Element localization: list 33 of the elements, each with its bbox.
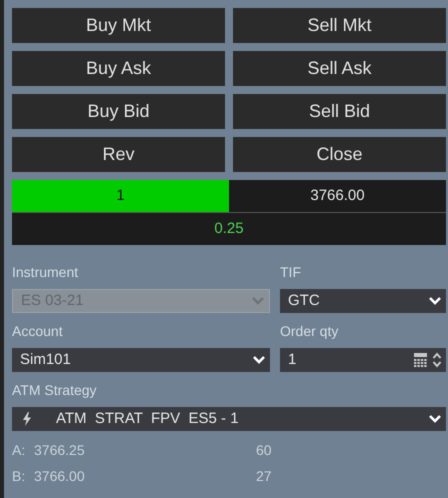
quote-price: 3766.00 [34, 466, 86, 486]
chevron-down-icon [252, 355, 266, 365]
order-button[interactable]: Buy Ask [12, 51, 225, 86]
chevron-down-icon [251, 296, 265, 306]
quote-size: 60 [256, 440, 272, 460]
order-button[interactable]: Sell Mkt [233, 8, 446, 43]
chevron-down-icon [428, 296, 442, 306]
atm-strategy-dropdown[interactable]: ATM STRAT FPV ES5 - 1 [12, 407, 446, 431]
dropdown-field[interactable]: Sim101 [12, 348, 270, 372]
order-button[interactable]: Sell Ask [233, 51, 446, 86]
lightning-icon [22, 412, 32, 426]
field-label: Order qty [280, 322, 340, 340]
dropdown-field[interactable]: GTC [280, 289, 446, 313]
order-button[interactable]: Close [233, 137, 446, 172]
quote-label: A: [12, 440, 26, 460]
quantity-field[interactable]: 1 [280, 348, 446, 372]
field-label: TIF [280, 263, 302, 281]
field-label: Instrument [12, 263, 80, 281]
order-button[interactable]: Sell Bid [233, 94, 446, 129]
quote-price: 3766.25 [34, 440, 86, 460]
order-button[interactable]: Buy Bid [12, 94, 225, 129]
spinner-arrows-icon[interactable] [432, 352, 442, 368]
position-quantity: 1 [12, 180, 229, 212]
field-label: ATM Strategy [12, 381, 98, 399]
field-label: Account [12, 322, 64, 340]
order-button[interactable]: Buy Mkt [12, 8, 225, 43]
position-price: 3766.00 [309, 186, 366, 206]
quote-label: B: [12, 466, 26, 486]
profit-loss: 0.25 [213, 218, 245, 239]
order-button[interactable]: Rev [12, 137, 225, 172]
quote-size: 27 [256, 466, 272, 486]
calculator-icon[interactable] [413, 352, 428, 368]
chevron-down-icon [428, 414, 442, 424]
